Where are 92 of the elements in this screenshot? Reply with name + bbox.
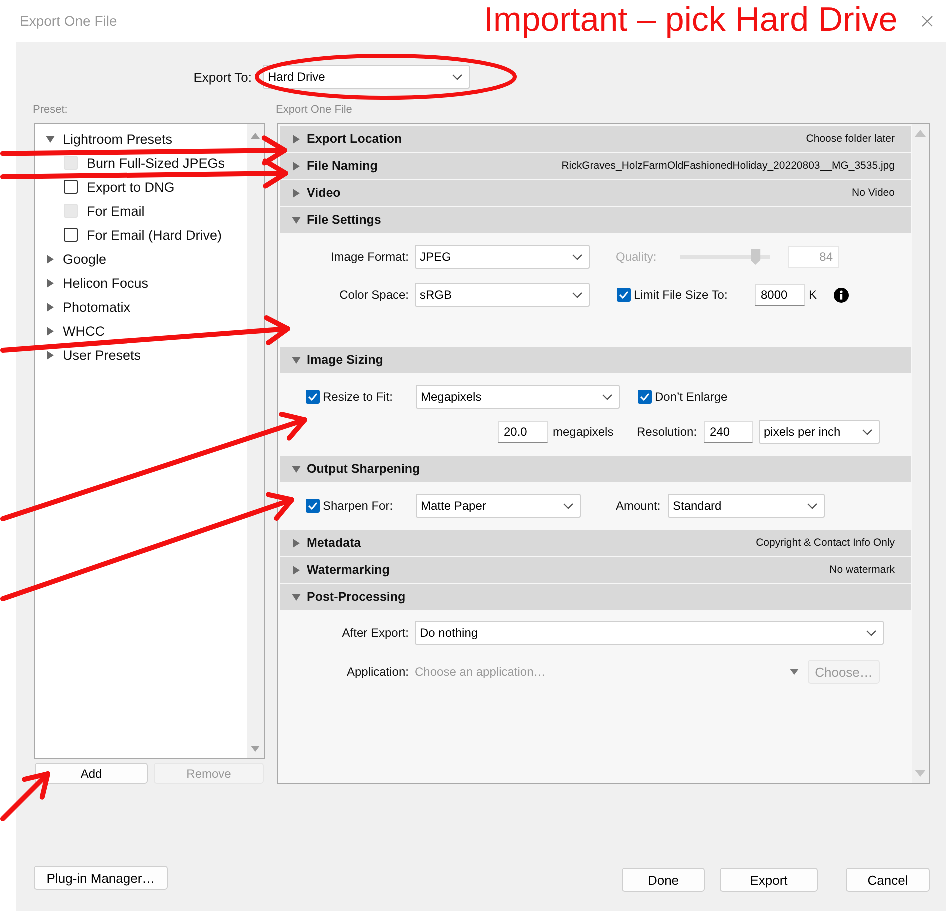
dropdown[interactable]: sRGB — [415, 283, 590, 307]
dropdown-arrow-icon[interactable] — [790, 669, 799, 675]
triangle-right-icon[interactable] — [46, 254, 55, 264]
section-header[interactable]: Post-Processing — [280, 584, 911, 610]
chevron-down-icon — [602, 394, 613, 400]
checkbox[interactable] — [306, 390, 320, 404]
annotation-text: Important – pick Hard Drive — [484, 1, 898, 40]
section-header[interactable]: File Settings — [280, 207, 911, 233]
field-label: Application: — [346, 665, 409, 679]
triangle-right-icon[interactable] — [292, 566, 301, 574]
chevron-down-icon — [866, 630, 877, 636]
section-summary: No Video — [852, 187, 895, 199]
section-header[interactable]: Export Location Choose folder later — [280, 126, 911, 152]
input-field[interactable]: 8000 — [755, 284, 805, 306]
dropdown[interactable]: Standard — [668, 494, 825, 518]
preset-item[interactable]: Export to DNG — [35, 175, 247, 199]
triangle-right-icon[interactable] — [292, 134, 301, 144]
dropdown[interactable]: pixels per inch — [759, 420, 880, 444]
add-button[interactable]: Add — [35, 763, 148, 784]
field-label: K — [809, 288, 818, 302]
section-header[interactable]: Output Sharpening — [280, 456, 911, 482]
checkbox[interactable] — [64, 228, 78, 242]
close-icon[interactable] — [922, 16, 933, 26]
chevron-down-icon — [807, 502, 818, 510]
tree-item[interactable]: Google — [35, 247, 247, 271]
chevron-down-icon — [572, 254, 583, 260]
input-field[interactable]: 20.0 — [498, 421, 548, 443]
triangle-right-icon[interactable] — [292, 188, 301, 198]
panel-caption: Preset: — [33, 104, 69, 118]
triangle-right-icon[interactable] — [292, 162, 301, 170]
dropdown[interactable]: Matte Paper — [416, 494, 581, 518]
field-label: megapixels — [552, 425, 615, 439]
triangle-right-icon[interactable] — [46, 302, 55, 312]
section-header[interactable]: File Naming RickGraves_HolzFarmOldFashionedHoliday_20220803__MG_3535.jpg — [280, 153, 911, 179]
field-label: Sharpen For: — [323, 499, 394, 513]
dropdown[interactable]: Megapixels — [416, 385, 620, 409]
field-label: Quality: — [616, 250, 658, 264]
chevron-down-icon — [572, 292, 583, 298]
section-header[interactable]: Image Sizing — [280, 347, 911, 373]
dialog-button[interactable]: Cancel — [846, 868, 930, 892]
checkbox[interactable] — [638, 390, 652, 404]
tree-item[interactable]: Photomatix — [35, 295, 247, 319]
chevron-down-icon — [862, 428, 873, 436]
section-header[interactable]: Watermarking No watermark — [280, 557, 911, 583]
section-summary: Copyright & Contact Info Only — [756, 537, 895, 549]
info-icon[interactable] — [834, 288, 850, 302]
field-label: Limit File Size To: — [634, 288, 729, 302]
section-summary: Choose folder later — [806, 133, 895, 145]
triangle-down-icon[interactable] — [46, 134, 55, 144]
field-label: Export To: — [192, 70, 252, 84]
dropdown[interactable]: JPEG — [415, 245, 590, 269]
input-field[interactable]: 240 — [704, 421, 753, 443]
triangle-right-icon[interactable] — [46, 350, 55, 360]
tree-item[interactable]: User Presets — [35, 343, 247, 367]
section-header[interactable]: Video No Video — [280, 180, 911, 206]
checkbox[interactable] — [306, 499, 320, 513]
scrollbar[interactable] — [247, 124, 264, 758]
triangle-right-icon[interactable] — [46, 326, 55, 336]
field-label: After Export: — [341, 626, 409, 640]
tree-item[interactable]: WHCC — [35, 319, 247, 343]
scroll-down-icon[interactable] — [251, 746, 260, 752]
field-label: Color Space: — [338, 288, 409, 302]
scroll-up-icon[interactable] — [251, 133, 260, 139]
section-header[interactable]: Metadata Copyright & Contact Info Only — [280, 530, 911, 556]
chevron-down-icon — [452, 74, 463, 80]
field-label: Amount: — [616, 499, 662, 513]
tree-item[interactable]: Lightroom Presets — [35, 127, 247, 151]
triangle-right-icon[interactable] — [292, 538, 301, 548]
triangle-down-icon[interactable] — [292, 464, 301, 474]
plugin-manager-button[interactable]: Plug-in Manager… — [34, 866, 168, 890]
triangle-right-icon[interactable] — [46, 278, 55, 288]
dropdown[interactable]: Hard Drive — [263, 65, 470, 89]
field-label: Image Format: — [330, 250, 409, 264]
dialog-button[interactable]: Export — [720, 868, 818, 892]
triangle-down-icon[interactable] — [292, 356, 301, 364]
triangle-down-icon[interactable] — [292, 216, 301, 224]
field-label: Resolution: — [637, 425, 698, 439]
panel-caption: Export One File — [276, 104, 354, 118]
field-label: Resize to Fit: — [323, 390, 394, 404]
window-title: Export One File — [20, 13, 118, 29]
tree-item[interactable]: Helicon Focus — [35, 271, 247, 295]
section-summary: RickGraves_HolzFarmOldFashionedHoliday_20220803__MG_3535.jpg — [562, 160, 895, 172]
field-label: Don’t Enlarge — [655, 390, 728, 404]
arrow — [0, 772, 50, 822]
preset-item[interactable]: For Email (Hard Drive) — [35, 223, 247, 247]
checkbox[interactable] — [617, 288, 631, 302]
chevron-down-icon — [563, 502, 574, 510]
dialog-button[interactable]: Done — [622, 868, 705, 892]
triangle-down-icon[interactable] — [292, 592, 301, 602]
checkbox[interactable] — [64, 180, 78, 194]
section-summary: No watermark — [830, 564, 895, 576]
dropdown[interactable]: Do nothing — [415, 621, 884, 645]
